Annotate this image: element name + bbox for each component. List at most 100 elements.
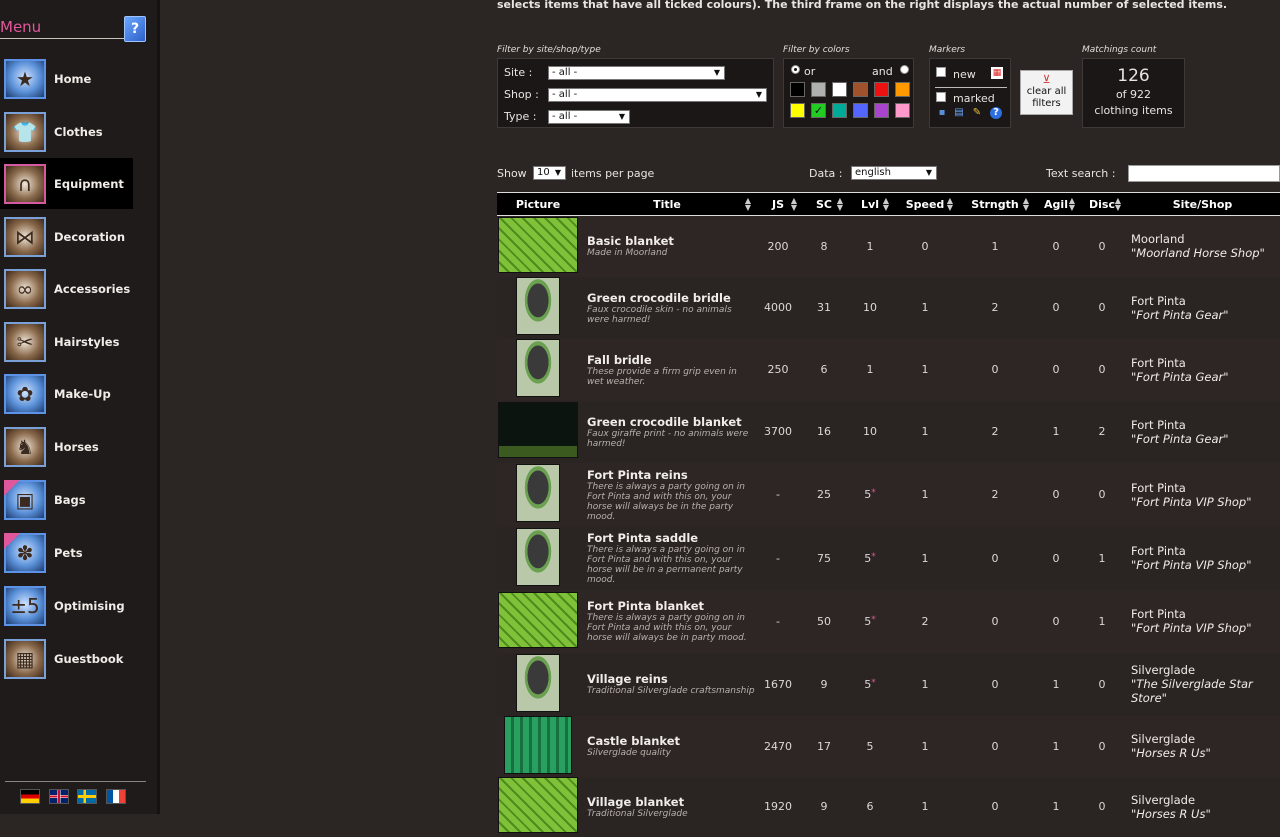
sidebar-item-hairstyles[interactable]: ✂ Hairstyles — [0, 316, 133, 367]
item-description: There is always a party going on in Fort… — [587, 545, 745, 585]
sidebar-item-decoration[interactable]: ⋈ Decoration — [0, 211, 133, 262]
item-speed: 1 — [921, 800, 929, 813]
save-icon[interactable]: ▪ — [936, 107, 948, 119]
color-swatch[interactable] — [874, 82, 889, 97]
calendar-icon[interactable]: ▦ — [991, 67, 1003, 79]
help-icon[interactable]: ? — [990, 107, 1002, 119]
sidebar-item-home[interactable]: ★ Home — [0, 53, 133, 104]
new-checkbox[interactable] — [936, 67, 946, 77]
item-name: Village blanket — [587, 794, 685, 809]
flag-german-icon[interactable] — [20, 789, 40, 804]
item-thumbnail — [498, 402, 578, 458]
marked-checkbox[interactable] — [936, 92, 946, 102]
item-level-value: 1 — [866, 363, 874, 376]
level-star-mark: * — [871, 677, 876, 688]
column-header-label: SC — [816, 197, 832, 211]
sidebar-item-label: Home — [54, 71, 92, 86]
item-agility: 1 — [1052, 739, 1060, 753]
column-header-js[interactable]: JS ▲ ▼ — [755, 192, 801, 216]
item-title-cell: Green crocodile bridle Faux crocodile ski… — [579, 277, 755, 339]
item-level: 6 — [847, 777, 893, 837]
table-row[interactable]: Fall bridle These provide a firm grip eve… — [497, 338, 1280, 401]
item-description: Faux giraffe print - no animals were har… — [587, 428, 749, 449]
table-row[interactable]: Castle blanket Silverglade quality 2470 17 5… — [497, 715, 1280, 777]
item-sc: 16 — [817, 425, 831, 438]
table-row[interactable]: Green crocodile bridle Faux crocodile ski… — [497, 276, 1280, 339]
level-star-mark: * — [871, 551, 876, 562]
column-header-speed[interactable]: Speed ▲ ▼ — [893, 192, 957, 216]
item-sc: 9 — [820, 800, 828, 813]
flag-french-icon[interactable] — [106, 789, 126, 804]
color-swatch[interactable] — [832, 82, 847, 97]
sidebar-item-make-up[interactable]: ✿ Make-Up — [0, 368, 133, 419]
text-search-input[interactable] — [1128, 165, 1280, 182]
column-header-site-shop[interactable]: Site/Shop — [1125, 192, 1280, 216]
and-radio[interactable] — [900, 65, 909, 74]
broom-icon[interactable]: ✎ — [971, 107, 983, 119]
column-header-agil[interactable]: Agil ▲ ▼ — [1033, 192, 1079, 216]
item-shop: "Horses R Us" — [1131, 746, 1211, 760]
column-header-sc[interactable]: SC ▲ ▼ — [801, 192, 847, 216]
color-swatch[interactable]: ✓ — [811, 103, 826, 118]
sidebar-item-accessories[interactable]: ∞ Accessories — [0, 263, 133, 314]
item-site: Fort Pinta — [1131, 480, 1186, 495]
color-swatch[interactable] — [874, 103, 889, 118]
item-discipline: 0 — [1098, 488, 1106, 501]
sidebar-item-pets[interactable]: ✽ Pets — [0, 527, 133, 578]
sidebar-item-label: Accessories — [54, 281, 131, 296]
sidebar-item-equipment[interactable]: ∩ Equipment — [0, 158, 133, 209]
table-row[interactable]: Green crocodile blanket Faux giraffe prin… — [497, 400, 1280, 463]
item-picture-cell — [497, 463, 579, 527]
table-row[interactable]: Fort Pinta reins There is always a party … — [497, 462, 1280, 527]
table-row[interactable]: Village blanket Traditional Silverglade 19… — [497, 776, 1280, 837]
table-row[interactable]: Village reins Traditional Silverglade cra… — [497, 652, 1280, 716]
clear-all-filters-button[interactable]: ⊻ clear all filters — [1020, 70, 1073, 115]
sidebar-item-clothes[interactable]: 👕 Clothes — [0, 106, 133, 157]
bag-icon: ▣ — [4, 479, 46, 520]
column-header-picture[interactable]: Picture — [497, 192, 579, 216]
item-speed: 1 — [921, 425, 929, 438]
sidebar-item-guestbook[interactable]: ▦ Guestbook — [0, 633, 133, 684]
color-swatch[interactable] — [790, 82, 805, 97]
column-header-disc[interactable]: Disc ▲ ▼ — [1079, 192, 1125, 216]
column-header-lvl[interactable]: Lvl ▲ ▼ — [847, 192, 893, 216]
open-folder-icon[interactable]: ▤ — [953, 107, 965, 119]
color-swatch[interactable] — [790, 103, 805, 118]
item-js: - — [776, 551, 780, 565]
sidebar-item-label: Make-Up — [54, 386, 111, 401]
item-js: 4000 — [764, 301, 792, 314]
or-radio[interactable] — [791, 65, 800, 74]
color-swatch[interactable] — [853, 103, 868, 118]
type-select-value: - all - — [552, 111, 578, 122]
table-row[interactable]: Fort Pinta saddle There is always a party… — [497, 526, 1280, 590]
table-row[interactable]: Basic blanket Made in Moorland 200 8 1 0 1 0 0 Mo… — [497, 215, 1280, 277]
item-strength: 0 — [991, 551, 999, 565]
column-header-title[interactable]: Title ▲ ▼ — [579, 192, 755, 216]
color-swatch[interactable] — [832, 103, 847, 118]
table-row[interactable]: Fort Pinta blanket There is always a part… — [497, 589, 1280, 653]
color-swatch[interactable] — [811, 82, 826, 97]
item-speed: 1 — [921, 739, 929, 753]
item-sc: 25 — [817, 488, 831, 501]
item-shop: "Fort Pinta VIP Shop" — [1131, 558, 1252, 572]
per-page-select[interactable]: 10 ▼ — [533, 166, 566, 180]
color-swatch[interactable] — [895, 82, 910, 97]
site-select[interactable]: - all - ▼ — [548, 66, 725, 80]
scissors-icon: ✂ — [4, 321, 46, 362]
column-header-strngth[interactable]: Strngth ▲ ▼ — [957, 192, 1033, 216]
column-header-label: Strngth — [971, 197, 1019, 211]
data-language-select[interactable]: english ▼ — [851, 166, 937, 180]
item-js: 200 — [767, 239, 789, 253]
help-book-icon[interactable]: ? — [124, 16, 146, 42]
sidebar-item-horses[interactable]: ♞ Horses — [0, 421, 133, 472]
item-description: Made in Moorland — [587, 248, 668, 259]
flag-english-icon[interactable] — [49, 789, 69, 804]
sidebar-item-optimising[interactable]: ±5 Optimising — [0, 580, 133, 631]
flag-swedish-icon[interactable] — [77, 789, 97, 804]
type-select[interactable]: - all - ▼ — [548, 110, 630, 124]
shop-select[interactable]: - all - ▼ — [548, 88, 767, 102]
color-swatch[interactable] — [895, 103, 910, 118]
sidebar-item-label: Guestbook — [54, 651, 124, 666]
sidebar-item-bags[interactable]: ▣ Bags — [0, 474, 133, 525]
color-swatch[interactable] — [853, 82, 868, 97]
